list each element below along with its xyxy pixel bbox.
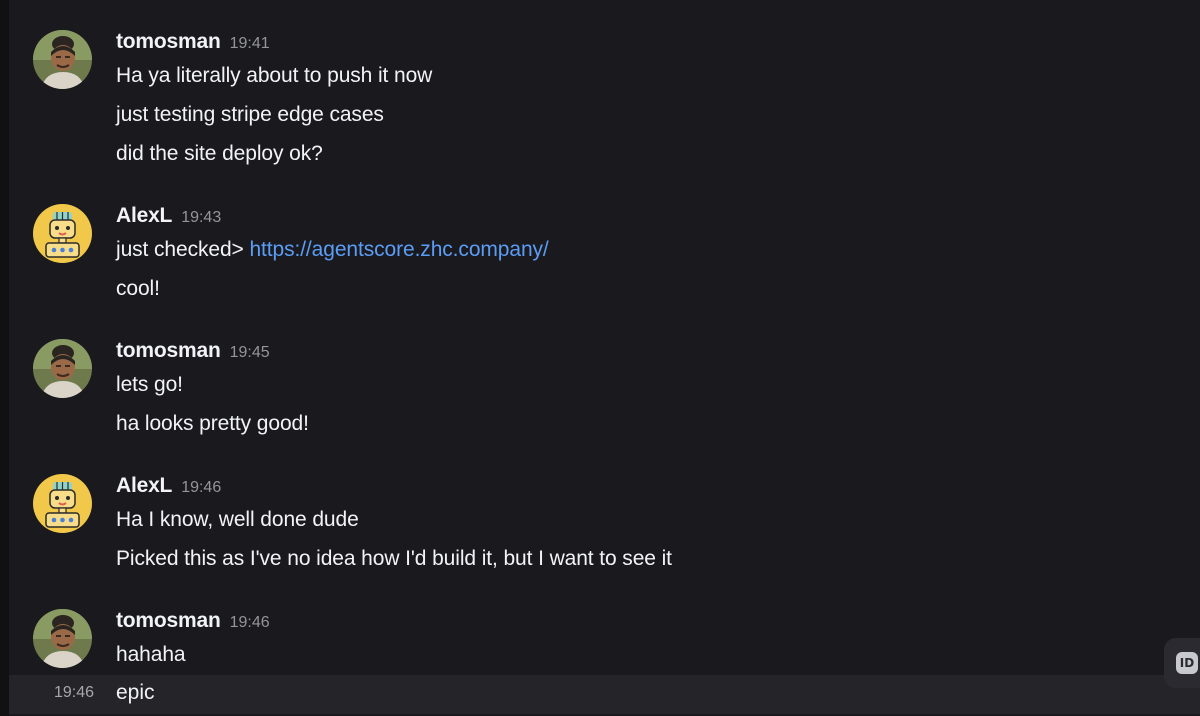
timestamp[interactable]: 19:46 bbox=[230, 614, 270, 631]
message-text: cool! bbox=[116, 277, 160, 300]
message-header: AlexL 19:43 bbox=[116, 204, 221, 230]
timestamp[interactable]: 19:45 bbox=[230, 344, 270, 361]
message-text: just testing stripe edge cases bbox=[116, 103, 384, 126]
username[interactable]: AlexL bbox=[116, 474, 172, 497]
timestamp[interactable]: 19:46 bbox=[181, 479, 221, 496]
left-edge-strip bbox=[0, 0, 9, 716]
timestamp[interactable]: 19:46 bbox=[54, 684, 94, 702]
message-text: did the site deploy ok? bbox=[116, 142, 323, 165]
message-text: epic bbox=[116, 681, 155, 704]
message-text: Picked this as I've no idea how I'd buil… bbox=[116, 547, 672, 570]
robot-avatar[interactable] bbox=[33, 474, 92, 533]
hovered-message-row[interactable]: 19:46 epic bbox=[9, 675, 1200, 714]
message-header: tomosman 19:41 bbox=[116, 30, 270, 56]
message-text: Ha I know, well done dude bbox=[116, 508, 359, 531]
message-header: tomosman 19:46 bbox=[116, 609, 270, 635]
message-link[interactable]: https://agentscore.zhc.company/ bbox=[249, 238, 548, 261]
message-text: lets go! bbox=[116, 373, 183, 396]
person-photo-avatar[interactable] bbox=[33, 609, 92, 668]
username[interactable]: tomosman bbox=[116, 339, 221, 362]
timestamp[interactable]: 19:41 bbox=[230, 35, 270, 52]
message-text-prefix: just checked> bbox=[116, 238, 250, 261]
chat-message-list: tomosman 19:41 Ha ya literally about to p… bbox=[9, 0, 1200, 716]
username[interactable]: AlexL bbox=[116, 204, 172, 227]
robot-avatar[interactable] bbox=[33, 204, 92, 263]
message-header: AlexL 19:46 bbox=[116, 474, 221, 500]
person-photo-avatar[interactable] bbox=[33, 30, 92, 89]
username[interactable]: tomosman bbox=[116, 30, 221, 53]
message-text: just checked> https://agentscore.zhc.com… bbox=[116, 238, 549, 262]
timestamp[interactable]: 19:43 bbox=[181, 209, 221, 226]
username[interactable]: tomosman bbox=[116, 609, 221, 632]
id-icon[interactable]: ID bbox=[1176, 652, 1198, 674]
side-badge[interactable]: ID bbox=[1164, 638, 1200, 688]
message-text: hahaha bbox=[116, 643, 186, 666]
message-text: Ha ya literally about to push it now bbox=[116, 64, 433, 87]
message-text: ha looks pretty good! bbox=[116, 412, 309, 435]
person-photo-avatar[interactable] bbox=[33, 339, 92, 398]
message-header: tomosman 19:45 bbox=[116, 339, 270, 365]
